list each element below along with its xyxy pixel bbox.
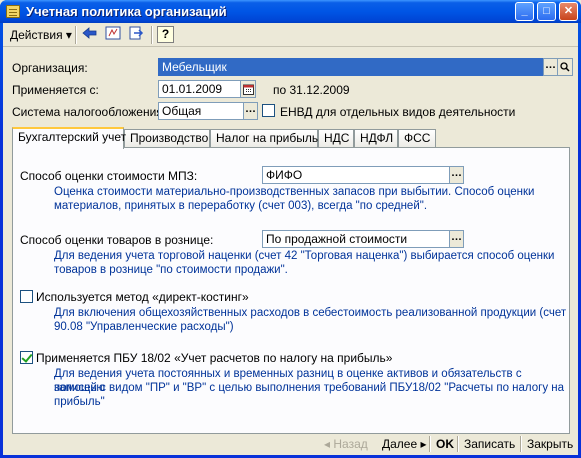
structure-icon[interactable] [103,26,122,44]
direct-costing-checkbox[interactable] [20,290,33,303]
organization-label: Организация: [12,61,88,75]
pbu-label: Применяется ПБУ 18/02 «Учет расчетов по … [36,351,393,365]
retail-description-line-2: товаров в рознице "по стоимости продажи"… [54,264,288,276]
pbu-checkbox[interactable] [20,351,33,364]
go-to-icon[interactable] [80,26,99,44]
tab-ndfl[interactable]: НДФЛ [354,129,398,147]
refresh-icon[interactable] [126,26,145,44]
back-button[interactable]: ◂ Назад [324,435,368,453]
date-field[interactable]: 01.01.2009 [158,80,241,98]
tax-system-select-button[interactable]: … [243,102,258,120]
maximize-icon: □ [543,5,550,17]
save-button[interactable]: Записать [464,435,515,453]
organization-open-button[interactable] [557,58,573,76]
chevron-down-icon: ▾ [65,28,72,42]
close-button[interactable]: Закрыть [527,435,573,453]
calendar-icon [242,84,254,95]
envd-label: ЕНВД для отдельных видов деятельности [280,105,516,119]
next-button[interactable]: Далее ▸ [382,435,427,453]
window-title: Учетная политика организаций [26,4,227,19]
retail-method-field[interactable]: По продажной стоимости [262,230,450,248]
toolbar: Действия ▾ ? [3,23,578,47]
button-separator [520,436,521,452]
pbu-description-line-2: записей с видом "ПР" и "ВР" с целью выпо… [54,382,565,394]
mpz-select-button[interactable]: … [449,166,464,184]
actions-label: Действия [10,28,63,42]
tab-production[interactable]: Производство [124,129,210,147]
tab-fss[interactable]: ФСС [398,129,436,147]
tax-system-field[interactable]: Общая [158,102,244,120]
retail-description-line-1: Для ведения учета торговой наценки (счет… [54,250,555,262]
retail-select-button[interactable]: … [449,230,464,248]
search-icon [560,62,570,72]
direct-costing-label: Используется метод «директ-костинг» [36,290,249,304]
ok-button[interactable]: OK [436,435,454,453]
maximize-button[interactable]: □ [537,2,556,21]
actions-menu[interactable]: Действия ▾ [7,26,75,44]
tab-accounting[interactable]: Бухгалтерский учет [12,127,126,149]
bottom-bar: ◂ Назад Далее ▸ OK Записать Закрыть [3,432,578,455]
tax-system-label: Система налогообложения: [12,105,167,119]
accounting-panel: Способ оценки стоимости МПЗ: ФИФО … Оцен… [12,147,570,434]
mpz-method-field[interactable]: ФИФО [262,166,450,184]
close-window-button[interactable]: ✕ [559,2,578,21]
minimize-icon: _ [521,5,528,17]
title-bar[interactable]: Учетная политика организаций _ □ ✕ [0,0,581,23]
minimize-button[interactable]: _ [515,2,534,21]
document-icon [6,5,20,18]
button-separator [429,436,430,452]
envd-checkbox[interactable] [262,104,275,117]
direct-description-line-1: Для включения общехозяйственных расходов… [54,307,567,319]
date-to-text: по 31.12.2009 [273,83,350,97]
button-separator [457,436,458,452]
retail-label: Способ оценки товаров в рознице: [20,233,214,247]
pbu-description-line-3: прибыль" [54,396,105,408]
tab-vat[interactable]: НДС [318,129,354,147]
close-icon: ✕ [563,5,574,17]
direct-description-line-2: 90.08 "Управленческие расходы") [54,321,234,333]
calendar-button[interactable] [240,80,256,98]
organization-field[interactable]: Мебельщик [158,58,544,76]
date-label: Применяется с: [12,83,99,97]
mpz-description-line-1: Оценка стоимости материально-производств… [54,186,535,198]
mpz-label: Способ оценки стоимости МПЗ: [20,169,198,183]
help-icon[interactable]: ? [157,26,174,43]
toolbar-separator [75,26,76,44]
main-window: Учетная политика организаций _ □ ✕ Дейст… [0,0,581,458]
tab-profit-tax[interactable]: Налог на прибыль [210,129,318,147]
window-client: Действия ▾ ? Организация: Мебельщик … Пр… [3,23,578,455]
organization-select-button[interactable]: … [543,58,558,76]
mpz-description-line-2: материалов, принятых в переработку (счет… [54,200,428,212]
toolbar-separator [151,26,152,44]
